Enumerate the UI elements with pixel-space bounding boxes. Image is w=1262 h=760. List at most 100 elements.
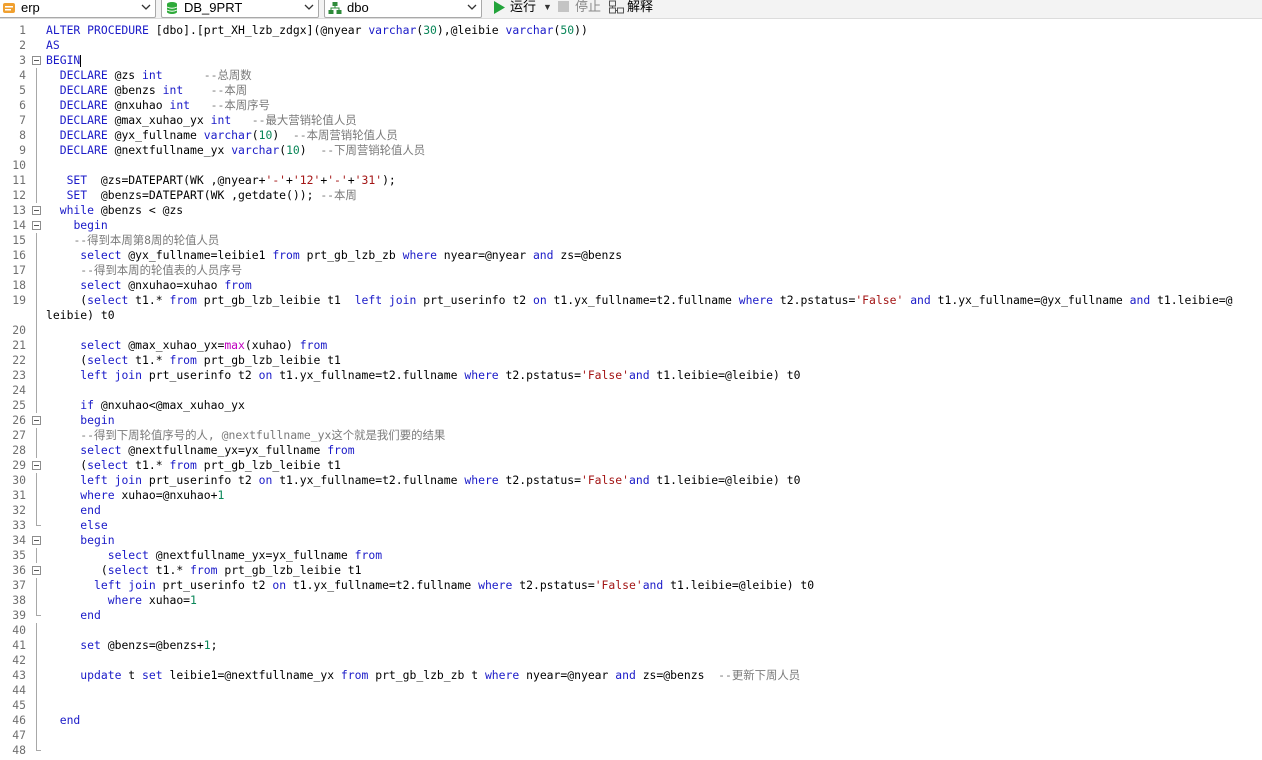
code-text: left join prt_userinfo t2 on t1.yx_fulln… bbox=[46, 473, 800, 488]
code-line[interactable]: 9 DECLARE @nextfullname_yx varchar(10) -… bbox=[0, 143, 1262, 158]
code-line[interactable]: 31 where xuhao=@nxuhao+1 bbox=[0, 488, 1262, 503]
line-number: 23 bbox=[12, 368, 26, 382]
code-line[interactable]: 48 bbox=[0, 743, 1262, 758]
code-line[interactable]: 19 (select t1.* from prt_gb_lzb_leibie t… bbox=[0, 293, 1262, 308]
fold-toggle-icon[interactable] bbox=[32, 206, 41, 215]
code-line[interactable]: 15 --得到本周第8周的轮值人员 bbox=[0, 233, 1262, 248]
fold-guide bbox=[36, 263, 37, 278]
stop-label: 停止 bbox=[575, 0, 602, 14]
code-line[interactable]: 36 (select t1.* from prt_gb_lzb_leibie t… bbox=[0, 563, 1262, 578]
code-line[interactable]: 29 (select t1.* from prt_gb_lzb_leibie t… bbox=[0, 458, 1262, 473]
caret-down-icon[interactable]: ▼ bbox=[543, 0, 552, 17]
code-token: begin bbox=[73, 218, 108, 232]
code-line[interactable]: 23 left join prt_userinfo t2 on t1.yx_fu… bbox=[0, 368, 1262, 383]
code-line[interactable]: 5 DECLARE @benzs int --本周 bbox=[0, 83, 1262, 98]
code-token: '31' bbox=[354, 173, 383, 187]
code-line[interactable]: 40 bbox=[0, 623, 1262, 638]
code-token: @benzs bbox=[107, 83, 163, 97]
code-line[interactable]: 13 while @benzs < @zs bbox=[0, 203, 1262, 218]
code-token: t bbox=[121, 668, 143, 682]
code-line[interactable]: 17 --得到本周的轮值表的人员序号 bbox=[0, 263, 1262, 278]
code-text: begin bbox=[46, 533, 114, 548]
code-token: on bbox=[272, 578, 287, 592]
code-line[interactable]: 4 DECLARE @zs int --总周数 bbox=[0, 68, 1262, 83]
fold-guide bbox=[36, 578, 37, 593]
line-number: 25 bbox=[12, 398, 26, 412]
code-line[interactable]: 41 set @benzs=@benzs+1; bbox=[0, 638, 1262, 653]
code-line[interactable]: 3 BEGIN bbox=[0, 53, 1262, 68]
code-line[interactable]: 28 select @nextfullname_yx=yx_fullname f… bbox=[0, 443, 1262, 458]
fold-toggle-icon[interactable] bbox=[32, 416, 41, 425]
line-number: 30 bbox=[12, 473, 26, 487]
code-token: zs=@benzs bbox=[635, 668, 719, 682]
fold-toggle-icon[interactable] bbox=[32, 461, 41, 470]
code-line[interactable]: 22 (select t1.* from prt_gb_lzb_leibie t… bbox=[0, 353, 1262, 368]
code-line[interactable]: 8 DECLARE @yx_fullname varchar(10) --本周营… bbox=[0, 128, 1262, 143]
fold-guide bbox=[36, 623, 37, 638]
code-line[interactable]: 14 begin bbox=[0, 218, 1262, 233]
fold-toggle-icon[interactable] bbox=[32, 536, 41, 545]
code-line[interactable]: 37 left join prt_userinfo t2 on t1.yx_fu… bbox=[0, 578, 1262, 593]
chevron-down-icon bbox=[466, 0, 478, 15]
explain-button[interactable]: 解释 bbox=[609, 0, 659, 17]
fold-guide bbox=[36, 248, 37, 263]
sql-editor[interactable]: 1 ALTER PROCEDURE [dbo].[prt_XH_lzb_zdgx]… bbox=[0, 19, 1262, 760]
code-line[interactable]: 42 bbox=[0, 653, 1262, 668]
fold-toggle-icon[interactable] bbox=[32, 221, 41, 230]
code-line-wrap[interactable]: leibie) t0 bbox=[0, 308, 1262, 323]
run-button[interactable]: 运行 ▼ bbox=[492, 0, 552, 17]
code-line[interactable]: 6 DECLARE @nxuhao int --本周序号 bbox=[0, 98, 1262, 113]
code-line[interactable]: 30 left join prt_userinfo t2 on t1.yx_fu… bbox=[0, 473, 1262, 488]
code-text: SET @benzs=DATEPART(WK ,getdate()); --本周 bbox=[46, 188, 357, 203]
schema-select[interactable]: dbo bbox=[324, 0, 482, 18]
code-line[interactable]: 2 AS bbox=[0, 38, 1262, 53]
code-line[interactable]: 45 bbox=[0, 698, 1262, 713]
code-line[interactable]: 12 SET @benzs=DATEPART(WK ,getdate()); -… bbox=[0, 188, 1262, 203]
code-line[interactable]: 18 select @nxuhao=xuhao from bbox=[0, 278, 1262, 293]
code-line[interactable]: 39 end bbox=[0, 608, 1262, 623]
code-line[interactable]: 32 end bbox=[0, 503, 1262, 518]
line-number: 16 bbox=[12, 248, 26, 262]
line-number: 12 bbox=[12, 188, 26, 202]
code-line[interactable]: 7 DECLARE @max_xuhao_yx int --最大营销轮值人员 bbox=[0, 113, 1262, 128]
code-line[interactable]: 27 --得到下周轮值序号的人, @nextfullname_yx这个就是我们要… bbox=[0, 428, 1262, 443]
code-line[interactable]: 1 ALTER PROCEDURE [dbo].[prt_XH_lzb_zdgx]… bbox=[0, 23, 1262, 38]
code-line[interactable]: 35 select @nextfullname_yx=yx_fullname f… bbox=[0, 548, 1262, 563]
code-line[interactable]: 25 if @nxuhao<@max_xuhao_yx bbox=[0, 398, 1262, 413]
line-number: 22 bbox=[12, 353, 26, 367]
schema-value: dbo bbox=[347, 0, 369, 15]
code-line[interactable]: 11 SET @zs=DATEPART(WK ,@nyear+'-'+'12'+… bbox=[0, 173, 1262, 188]
database-select[interactable]: DB_9PRT bbox=[161, 0, 319, 18]
code-token: nyear=@nyear bbox=[519, 668, 616, 682]
code-line[interactable]: 26 begin bbox=[0, 413, 1262, 428]
code-line[interactable]: 24 bbox=[0, 383, 1262, 398]
fold-guide bbox=[36, 428, 37, 443]
code-line[interactable]: 21 select @max_xuhao_yx=max(xuhao) from bbox=[0, 338, 1262, 353]
code-line[interactable]: 38 where xuhao=1 bbox=[0, 593, 1262, 608]
code-line[interactable]: 16 select @yx_fullname=leibie1 from prt_… bbox=[0, 248, 1262, 263]
fold-guide-end bbox=[36, 743, 41, 751]
code-line[interactable]: 43 update t set leibie1=@nextfullname_yx… bbox=[0, 668, 1262, 683]
code-text: (select t1.* from prt_gb_lzb_leibie t1 bbox=[46, 563, 362, 578]
explain-icon bbox=[609, 0, 624, 15]
fold-guide bbox=[36, 83, 37, 98]
code-line[interactable]: 10 bbox=[0, 158, 1262, 173]
code-token: where bbox=[484, 668, 520, 682]
code-line[interactable]: 33 else bbox=[0, 518, 1262, 533]
code-text: --得到下周轮值序号的人, @nextfullname_yx这个就是我们要的结果 bbox=[46, 428, 445, 443]
code-line[interactable]: 20 bbox=[0, 323, 1262, 338]
code-token: @nextfullname_yx=yx_fullname bbox=[148, 548, 355, 562]
fold-toggle-icon[interactable] bbox=[32, 56, 41, 65]
code-line[interactable]: 44 bbox=[0, 683, 1262, 698]
code-line[interactable]: 34 begin bbox=[0, 533, 1262, 548]
code-token: else bbox=[80, 518, 108, 532]
stop-button[interactable]: 停止 bbox=[557, 0, 601, 17]
fold-toggle-icon[interactable] bbox=[32, 566, 41, 575]
code-line[interactable]: 46 end bbox=[0, 713, 1262, 728]
code-line[interactable]: 47 bbox=[0, 728, 1262, 743]
connection-select[interactable]: erp bbox=[0, 0, 156, 18]
code-token: @nextfullname_yx=yx_fullname bbox=[121, 443, 328, 457]
